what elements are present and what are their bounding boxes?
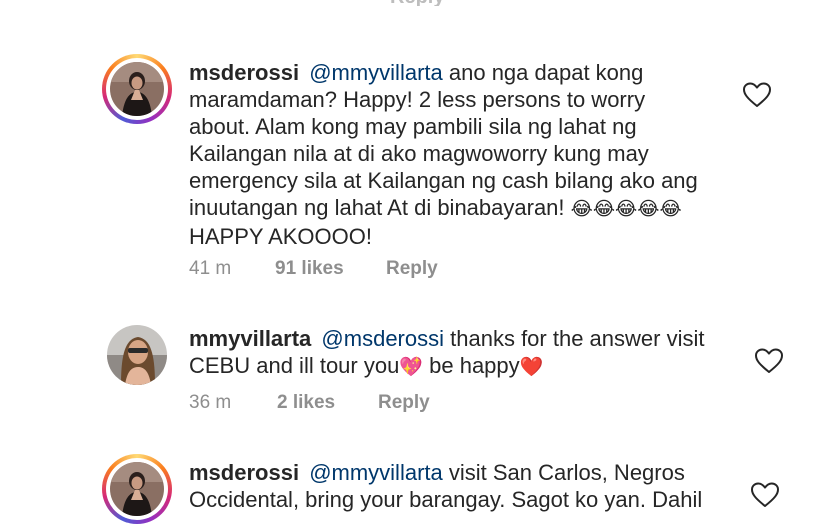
comment-timestamp: 41 m bbox=[189, 258, 232, 279]
comment-text: mmyvillarta @msderossi thanks for the an… bbox=[189, 325, 749, 381]
comment-text: msderossi @mmyvillarta ano nga dapat kon… bbox=[189, 59, 749, 250]
red-heart-emoji: ❤️ bbox=[519, 356, 544, 378]
comment-line: CEBU and ill tour you bbox=[189, 353, 400, 378]
comment-line: about. Alam kong may pambili sila ng lah… bbox=[189, 114, 637, 139]
heart-icon[interactable] bbox=[750, 481, 780, 509]
avatar-photo bbox=[110, 62, 164, 116]
reply-button[interactable]: Reply bbox=[378, 391, 430, 415]
comment-mention[interactable]: @msderossi bbox=[321, 326, 444, 351]
avatar[interactable] bbox=[102, 54, 172, 124]
comment-line: Kailangan nila at di ako magwoworry kung… bbox=[189, 141, 649, 166]
heart-icon[interactable] bbox=[742, 81, 772, 109]
comment-text: msderossi @mmyvillarta visit San Carlos,… bbox=[189, 459, 749, 513]
comment-username[interactable]: msderossi bbox=[189, 460, 299, 485]
comment-username[interactable]: msderossi bbox=[189, 60, 299, 85]
comment-line: emergency sila at Kailangan ng cash bila… bbox=[189, 168, 698, 193]
comment-line: maramdaman? Happy! 2 less persons to wor… bbox=[189, 87, 646, 112]
avatar[interactable] bbox=[107, 325, 167, 385]
like-count[interactable]: 91 likes bbox=[275, 257, 344, 281]
previous-comment-reply-fragment: Reply bbox=[390, 0, 444, 6]
comment-mention[interactable]: @mmyvillarta bbox=[309, 60, 443, 85]
comment-meta: 41 m 91 likes Reply bbox=[189, 257, 489, 281]
comment-line: visit San Carlos, Negros bbox=[448, 460, 685, 485]
comment-line: be happy bbox=[429, 353, 520, 378]
like-count[interactable]: 2 likes bbox=[277, 391, 335, 415]
avatar-photo bbox=[110, 462, 164, 516]
comment-timestamp: 36 m bbox=[189, 392, 232, 413]
comment-line: Occidental, bring your barangay. Sagot k… bbox=[189, 487, 703, 512]
comment-meta: 36 m 2 likes Reply bbox=[189, 391, 489, 415]
avatar[interactable] bbox=[102, 454, 172, 524]
comment-username[interactable]: mmyvillarta bbox=[189, 326, 311, 351]
previous-comment-remnant: Reply bbox=[0, 0, 825, 6]
reply-button[interactable]: Reply bbox=[386, 257, 438, 281]
sparkling-heart-emoji: 💖 bbox=[399, 356, 423, 378]
comment-line: inuutangan ng lahat At di binabayaran! bbox=[189, 195, 565, 220]
heart-icon[interactable] bbox=[754, 347, 784, 375]
comment-line: ano nga dapat kong bbox=[448, 60, 644, 85]
comment-line: HAPPY AKOOOO! bbox=[189, 224, 372, 249]
comment-line: thanks for the answer visit bbox=[450, 326, 705, 351]
comment-mention[interactable]: @mmyvillarta bbox=[309, 460, 443, 485]
laughing-emoji: 😂😂😂😂😂 bbox=[570, 198, 682, 220]
